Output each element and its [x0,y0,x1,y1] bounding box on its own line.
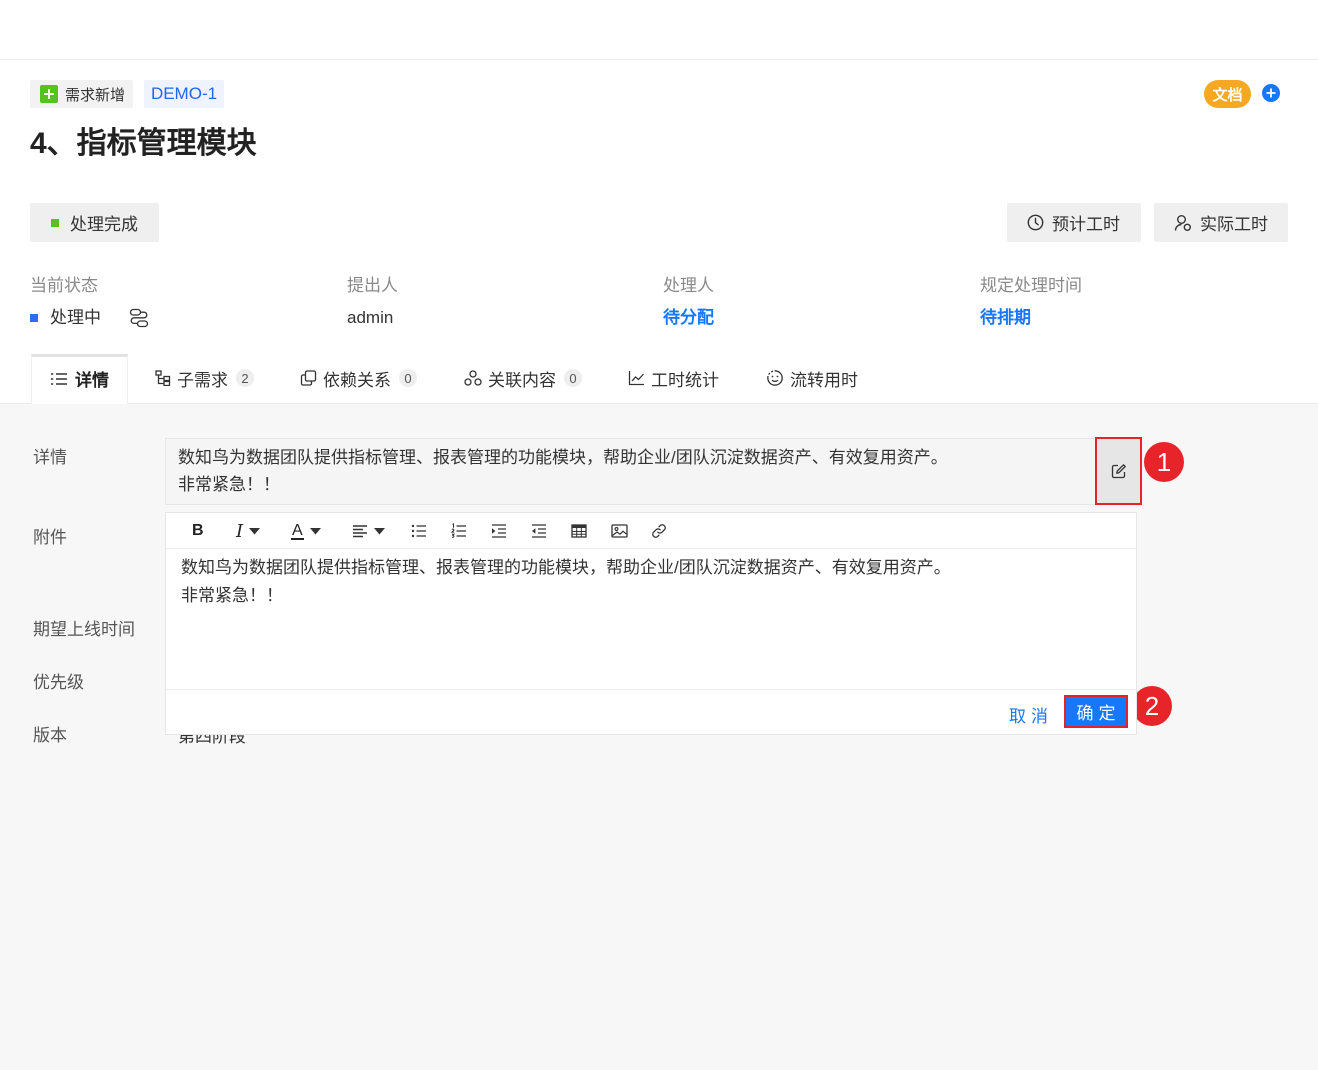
chevron-down-icon [309,527,321,535]
actual-hours-button[interactable]: 实际工时 [1154,203,1288,242]
chevron-down-icon [374,527,385,535]
ordered-list-icon[interactable] [451,513,467,549]
tab-label: 工时统计 [651,370,719,390]
tab-label: 关联内容 [488,370,556,390]
rich-text-editor: B I A 数知鸟为数据团队提供指标管理、报表管理的功能模块，帮助企业/团队沉淀… [165,512,1137,735]
plus-square-icon [40,85,58,103]
edit-button[interactable] [1095,437,1142,505]
priority-label: 优先级 [33,673,84,692]
tab-label: 子需求 [177,370,228,390]
type-tag-label: 需求新增 [65,86,126,104]
edit-icon [1111,463,1127,479]
list-icon [50,371,68,387]
italic-icon[interactable]: I [236,513,261,549]
tab-related-content[interactable]: 关联内容 0 [464,366,582,390]
tab-subtasks[interactable]: 子需求 2 [155,366,254,390]
editor-footer: 取消 确定 [166,689,1136,735]
status-indicator [30,314,38,322]
id-tag[interactable]: DEMO-1 [144,80,224,108]
detail-line: 数知鸟为数据团队提供指标管理、报表管理的功能模块，帮助企业/团队沉淀数据资产、有… [178,448,948,467]
plus-circle-icon[interactable] [1262,84,1280,102]
estimated-hours-button[interactable]: 预计工时 [1007,203,1141,242]
callout-step-1: 1 [1144,442,1184,482]
type-tag: 需求新增 [30,80,133,108]
page-title: 4、指标管理模块 [30,127,257,160]
tab-count-badge: 0 [399,369,417,387]
bold-icon[interactable]: B [192,513,204,549]
outdent-icon[interactable] [531,513,547,549]
doc-badge[interactable]: 文档 [1204,80,1251,108]
proposer-label: 提出人 [347,276,398,295]
current-status-label: 当前状态 [30,276,98,295]
deadline-value[interactable]: 待排期 [980,307,1031,329]
user-icon [1174,214,1192,232]
subtask-icon [155,370,171,386]
flow-icon[interactable] [129,308,149,328]
callout-step-2: 2 [1132,686,1172,726]
assignee-label: 处理人 [663,276,714,295]
table-icon[interactable] [571,513,587,549]
tab-label: 详情 [75,371,109,390]
editor-line: 数知鸟为数据团队提供指标管理、报表管理的功能模块，帮助企业/团队沉淀数据资产、有… [181,558,951,577]
confirm-button[interactable]: 确定 [1064,695,1128,728]
editor-toolbar: B I A [166,513,1136,549]
tab-detail[interactable]: 详情 [31,354,128,404]
cluster-icon [464,370,482,386]
line-chart-icon [628,370,645,386]
expected-launch-label: 期望上线时间 [33,620,135,639]
current-status-value: 处理中 [30,307,149,329]
editor-text-area[interactable]: 数知鸟为数据团队提供指标管理、报表管理的功能模块，帮助企业/团队沉淀数据资产、有… [181,554,951,610]
detail-line: 非常紧急！！ [178,475,280,494]
version-label: 版本 [33,726,67,745]
current-status-text: 处理中 [50,308,101,327]
assignee-value[interactable]: 待分配 [663,307,714,329]
status-indicator [51,218,59,227]
deadline-label: 规定处理时间 [980,276,1082,295]
tab-dependencies[interactable]: 依赖关系 0 [300,366,417,390]
attachment-label: 附件 [33,528,67,547]
tab-label: 依赖关系 [323,370,391,390]
estimated-hours-label: 预计工时 [1052,215,1120,234]
top-divider [0,59,1318,60]
bullet-list-icon[interactable] [411,513,427,549]
timer-icon [766,369,784,387]
cancel-button[interactable]: 取消 [1008,702,1054,726]
italic-label: I [236,520,244,542]
actual-hours-label: 实际工时 [1200,215,1268,234]
proposer-value: admin [347,308,394,327]
bold-label: B [192,522,204,539]
link-icon[interactable] [651,513,667,549]
tab-work-hours-stats[interactable]: 工时统计 [628,366,719,390]
detail-label: 详情 [33,448,67,467]
status-button-label: 处理完成 [70,215,138,234]
copy-icon [300,370,317,386]
chevron-down-icon [249,527,261,535]
status-button[interactable]: 处理完成 [30,203,159,242]
clock-icon [1027,214,1044,231]
header-panel [0,0,1318,404]
tab-flow-time[interactable]: 流转用时 [766,366,858,390]
indent-icon[interactable] [491,513,507,549]
tab-count-badge: 2 [236,369,254,387]
align-icon[interactable] [352,513,385,549]
tab-count-badge: 0 [564,369,582,387]
detail-content[interactable]: 数知鸟为数据团队提供指标管理、报表管理的功能模块，帮助企业/团队沉淀数据资产、有… [165,438,1141,505]
image-icon[interactable] [611,513,628,549]
editor-line: 非常紧急！！ [181,586,283,605]
tab-label: 流转用时 [790,370,858,390]
font-color-icon[interactable]: A [291,513,321,549]
font-color-label: A [291,521,304,540]
